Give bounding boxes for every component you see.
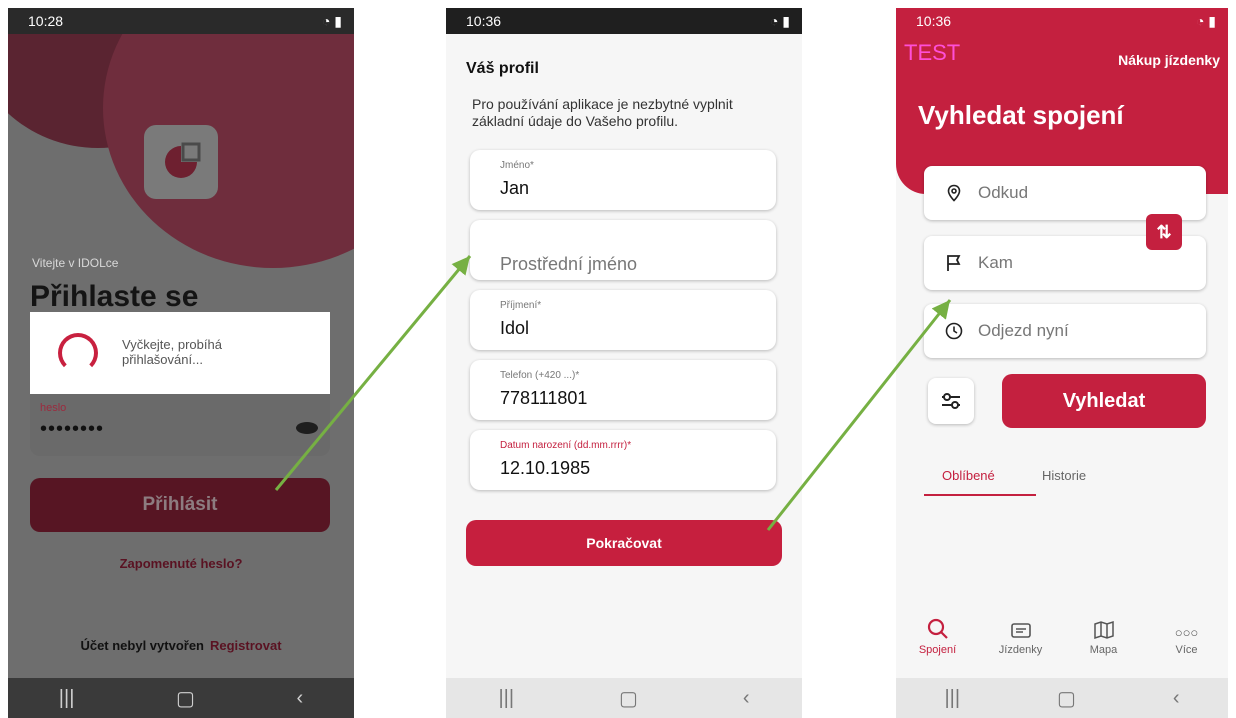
flow-arrow [766,299,952,531]
flow-arrow [274,255,472,491]
flow-arrows [274,255,952,531]
